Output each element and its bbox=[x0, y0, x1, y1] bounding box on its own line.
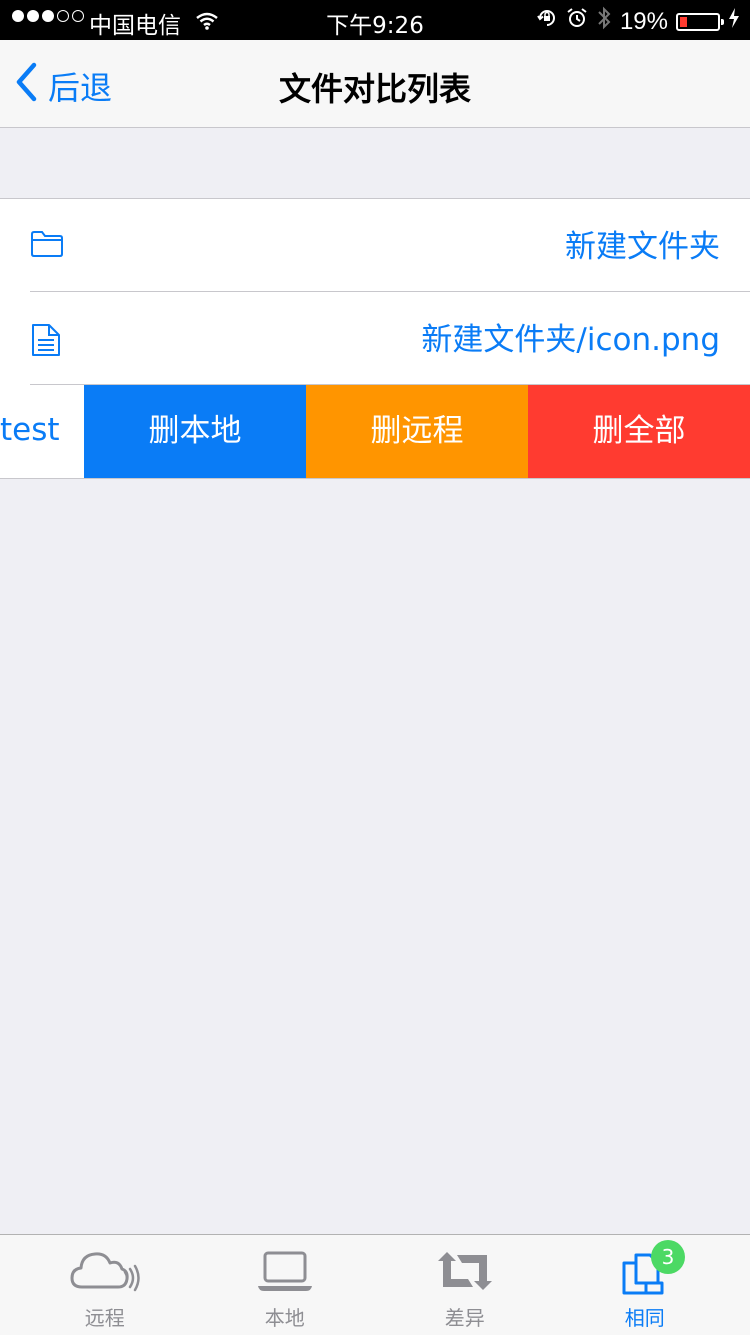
tab-remote[interactable]: 远程 bbox=[11, 1235, 199, 1335]
tab-label: 差异 bbox=[444, 1306, 485, 1330]
tab-label: 相同 bbox=[624, 1306, 665, 1330]
file-path: 新建文件夹/icon.png bbox=[421, 322, 720, 358]
document-icon bbox=[30, 322, 62, 362]
laptop-icon bbox=[191, 1249, 379, 1293]
list-item[interactable]: 新建文件夹/icon.png bbox=[0, 292, 750, 385]
tab-label: 远程 bbox=[84, 1306, 125, 1330]
list-item[interactable]: 新建文件夹 bbox=[0, 199, 750, 292]
delete-remote-button[interactable]: 删远程 bbox=[306, 385, 528, 478]
page-title: 文件对比列表 bbox=[278, 70, 471, 108]
bluetooth-icon bbox=[596, 6, 612, 37]
swiped-row-content[interactable]: test bbox=[0, 385, 84, 478]
chevron-left-icon bbox=[14, 62, 38, 110]
tab-local[interactable]: 本地 bbox=[191, 1235, 379, 1335]
battery-percent: 19% bbox=[619, 7, 668, 35]
folder-icon bbox=[30, 229, 64, 263]
sync-icon bbox=[371, 1249, 559, 1293]
back-label: 后退 bbox=[48, 69, 113, 107]
tab-diff[interactable]: 差异 bbox=[371, 1235, 559, 1335]
tab-bar: 远程 本地 差异 3 相同 bbox=[0, 1234, 750, 1335]
tab-same[interactable]: 3 相同 bbox=[551, 1235, 739, 1335]
file-compare-list: 新建文件夹 新建文件夹/icon.png test 删本地 删远程 删全部 bbox=[0, 198, 750, 479]
delete-all-button[interactable]: 删全部 bbox=[528, 385, 750, 478]
alarm-icon bbox=[566, 7, 588, 36]
charging-icon bbox=[728, 7, 740, 36]
cloud-icon bbox=[11, 1249, 199, 1293]
back-button[interactable]: 后退 bbox=[14, 62, 112, 110]
file-path: 新建文件夹 bbox=[565, 229, 720, 265]
list-item-swiped[interactable]: test 删本地 删远程 删全部 bbox=[0, 385, 750, 479]
tab-label: 本地 bbox=[264, 1306, 305, 1330]
badge-count: 3 bbox=[651, 1240, 685, 1274]
status-bar: 中国电信 下午9:26 19% bbox=[0, 0, 750, 40]
battery-icon bbox=[676, 12, 724, 31]
file-path: test bbox=[0, 412, 60, 448]
delete-local-button[interactable]: 删本地 bbox=[84, 385, 306, 478]
rotation-lock-icon bbox=[536, 7, 558, 36]
files-icon bbox=[551, 1249, 739, 1295]
navigation-bar: 后退 文件对比列表 bbox=[0, 40, 750, 128]
